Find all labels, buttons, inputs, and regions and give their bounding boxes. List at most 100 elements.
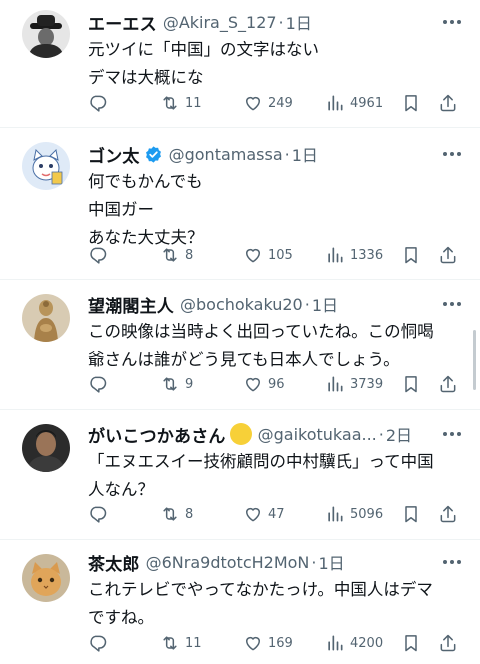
views-button[interactable]: 1336: [325, 244, 383, 266]
share-icon: [440, 375, 456, 393]
share-button[interactable]: [438, 373, 458, 395]
share-button[interactable]: [438, 632, 458, 654]
views-button[interactable]: 3739: [325, 373, 383, 395]
timestamp[interactable]: 1日: [318, 550, 344, 574]
retweet-count: 11: [185, 95, 202, 111]
bookmark-button[interactable]: [401, 503, 421, 525]
bookmark-button[interactable]: [401, 373, 421, 395]
action-bar: 8 47 5096: [88, 503, 460, 525]
like-button[interactable]: 105: [243, 244, 293, 266]
share-icon: [440, 94, 456, 112]
display-name[interactable]: 茶太郎: [88, 550, 140, 575]
scrollbar[interactable]: [473, 330, 476, 390]
tweet-text: この映像は当時よく出回っていたね。この恫喝 爺さんは誰がどう見ても日本人でしょう…: [88, 318, 466, 374]
bookmark-button[interactable]: [401, 92, 421, 114]
views-button[interactable]: 5096: [325, 503, 383, 525]
tweet-header: 望潮閣主人 @bochokaku20 · 1日: [88, 292, 466, 317]
action-bar: 11 169 4200: [88, 632, 460, 654]
avatar-chataro[interactable]: [22, 554, 70, 602]
timestamp[interactable]: 1日: [312, 292, 338, 316]
timestamp[interactable]: 1日: [286, 10, 312, 34]
view-count: 3739: [350, 376, 384, 392]
user-handle[interactable]: @Akira_S_127: [163, 13, 277, 32]
reply-button[interactable]: [88, 373, 113, 395]
verified-badge-icon[interactable]: [144, 145, 163, 164]
avatar-gaikotukaasan[interactable]: [22, 424, 70, 472]
reply-icon: [90, 376, 107, 393]
retweet-button[interactable]: 8: [160, 503, 193, 525]
reply-icon: [90, 247, 107, 264]
reply-button[interactable]: [88, 632, 113, 654]
heart-icon: [246, 96, 260, 111]
separator-dot: ·: [278, 12, 284, 32]
reply-button[interactable]: [88, 92, 113, 114]
bookmark-button[interactable]: [401, 632, 421, 654]
retweet-button[interactable]: 11: [160, 632, 202, 654]
man-portrait-avatar-image: [22, 424, 70, 472]
display-name[interactable]: ゴン太: [88, 142, 140, 167]
tweet-text: 元ツイに「中国」の文字はない デマは大概にな: [88, 36, 466, 92]
views-icon: [328, 506, 343, 522]
display-name[interactable]: 望潮閣主人: [88, 292, 174, 317]
avatar-bochokaku[interactable]: [22, 294, 70, 342]
retweet-count: 8: [185, 506, 194, 522]
share-icon: [440, 505, 456, 523]
separator-dot: ·: [304, 294, 310, 314]
view-count: 4961: [350, 95, 384, 111]
views-button[interactable]: 4200: [325, 632, 383, 654]
display-name[interactable]: エーエス: [88, 10, 157, 35]
tweet-line: これテレビでやってなかたっけ。中国人はデマ: [88, 580, 433, 599]
buddha-statue-avatar-image: [22, 294, 70, 342]
reply-button[interactable]: [88, 503, 113, 525]
more-icon[interactable]: [438, 294, 466, 314]
user-handle[interactable]: @gaikotukaa...: [258, 425, 377, 444]
tweet-header: 茶太郎 @6Nra9dtotcH2MoN · 1日: [88, 550, 466, 575]
share-button[interactable]: [438, 244, 458, 266]
display-name[interactable]: がいこつかあさん: [88, 422, 226, 447]
more-icon[interactable]: [438, 424, 466, 444]
tweet-header: エーエス @Akira_S_127 · 1日: [88, 10, 466, 35]
tweet-line: デマは大概にな: [88, 68, 204, 87]
tweet-5[interactable]: 茶太郎 @6Nra9dtotcH2MoN · 1日 これテレビでやってなかたっけ…: [0, 540, 480, 664]
bookmark-icon: [405, 95, 417, 112]
tweet-4[interactable]: がいこつかあさん @gaikotukaa... · 2日 「エヌエスイー技術顧問…: [0, 410, 480, 540]
bookmark-button[interactable]: [401, 244, 421, 266]
heart-icon: [246, 248, 260, 263]
views-icon: [328, 95, 343, 111]
avatar-akira[interactable]: [22, 10, 70, 58]
retweet-icon: [163, 507, 177, 521]
bookmark-icon: [405, 376, 417, 393]
share-button[interactable]: [438, 92, 458, 114]
tweet-3[interactable]: 望潮閣主人 @bochokaku20 · 1日 この映像は当時よく出回っていたね…: [0, 280, 480, 410]
tweet-line: 「エヌエスイー技術顧問の中村驥氏」って中国: [88, 452, 434, 471]
user-handle[interactable]: @6Nra9dtotcH2MoN: [146, 553, 310, 572]
retweet-icon: [163, 636, 177, 650]
more-icon[interactable]: [438, 12, 466, 32]
tweet-line: 爺さんは誰がどう見ても日本人でしょう。: [88, 350, 400, 369]
like-button[interactable]: 169: [243, 632, 293, 654]
timestamp[interactable]: 2日: [386, 422, 412, 446]
more-icon[interactable]: [438, 144, 466, 164]
retweet-button[interactable]: 11: [160, 92, 202, 114]
retweet-button[interactable]: 9: [160, 373, 193, 395]
man-in-hat-avatar-image: [22, 10, 70, 58]
user-handle[interactable]: @bochokaku20: [180, 295, 303, 314]
views-icon: [328, 376, 343, 392]
timestamp[interactable]: 1日: [292, 142, 318, 166]
retweet-button[interactable]: 8: [160, 244, 193, 266]
tweet-1[interactable]: エーエス @Akira_S_127 · 1日 元ツイに「中国」の文字はない デマ…: [0, 0, 480, 128]
like-button[interactable]: 96: [243, 373, 285, 395]
tweet-2[interactable]: ゴン太 @gontamassa · 1日 何でもかんでも 中国ガー あなた大丈夫…: [0, 128, 480, 280]
tweet-text: 「エヌエスイー技術顧問の中村驥氏」って中国 人なん？: [88, 448, 466, 504]
user-handle[interactable]: @gontamassa: [169, 145, 283, 164]
views-icon: [328, 635, 343, 651]
avatar-gonta[interactable]: [22, 142, 70, 190]
like-button[interactable]: 249: [243, 92, 293, 114]
reply-button[interactable]: [88, 244, 113, 266]
cat-illustration-avatar-image: [22, 142, 70, 190]
views-button[interactable]: 4961: [325, 92, 383, 114]
more-icon[interactable]: [438, 552, 466, 572]
share-button[interactable]: [438, 503, 458, 525]
like-button[interactable]: 47: [243, 503, 285, 525]
heart-icon: [246, 507, 260, 522]
